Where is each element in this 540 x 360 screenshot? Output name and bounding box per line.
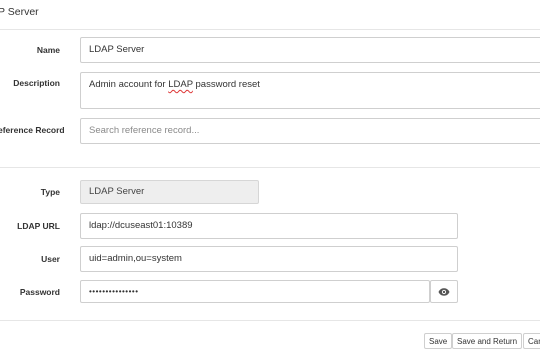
header-divider bbox=[0, 29, 540, 30]
reference-record-input[interactable]: Search reference record... bbox=[80, 118, 540, 144]
name-label: Name bbox=[36, 45, 60, 55]
password-label: Password bbox=[19, 287, 60, 297]
type-field: LDAP Server bbox=[80, 180, 259, 204]
ldap-url-value: ldap://dcuseast01:10389 bbox=[89, 220, 193, 231]
user-value: uid=admin,ou=system bbox=[89, 253, 182, 264]
description-label: Description bbox=[13, 78, 60, 88]
cancel-button[interactable]: Car bbox=[523, 333, 540, 349]
name-value: LDAP Server bbox=[89, 44, 145, 55]
reference-record-label: eference Record bbox=[0, 125, 65, 135]
user-input[interactable]: uid=admin,ou=system bbox=[80, 246, 458, 272]
name-input[interactable]: LDAP Server bbox=[80, 37, 540, 63]
user-label: User bbox=[41, 254, 60, 264]
page-title: P Server bbox=[0, 6, 39, 18]
ldap-url-input[interactable]: ldap://dcuseast01:10389 bbox=[80, 213, 458, 239]
password-input[interactable]: ••••••••••••••• bbox=[80, 280, 430, 303]
section-divider bbox=[0, 167, 540, 168]
save-button[interactable]: Save bbox=[424, 333, 453, 349]
show-password-button[interactable] bbox=[430, 280, 458, 303]
save-and-return-button[interactable]: Save and Return bbox=[452, 333, 523, 349]
reference-record-placeholder: Search reference record... bbox=[89, 125, 200, 136]
ldap-url-label: LDAP URL bbox=[17, 221, 60, 231]
type-value: LDAP Server bbox=[89, 186, 145, 197]
footer-divider bbox=[0, 320, 540, 321]
description-textarea[interactable]: Admin account for LDAP password reset bbox=[80, 72, 540, 109]
description-value: Admin account for LDAP password reset bbox=[89, 79, 260, 90]
eye-icon bbox=[438, 287, 450, 296]
type-label: Type bbox=[40, 187, 60, 197]
password-value: ••••••••••••••• bbox=[89, 287, 139, 296]
